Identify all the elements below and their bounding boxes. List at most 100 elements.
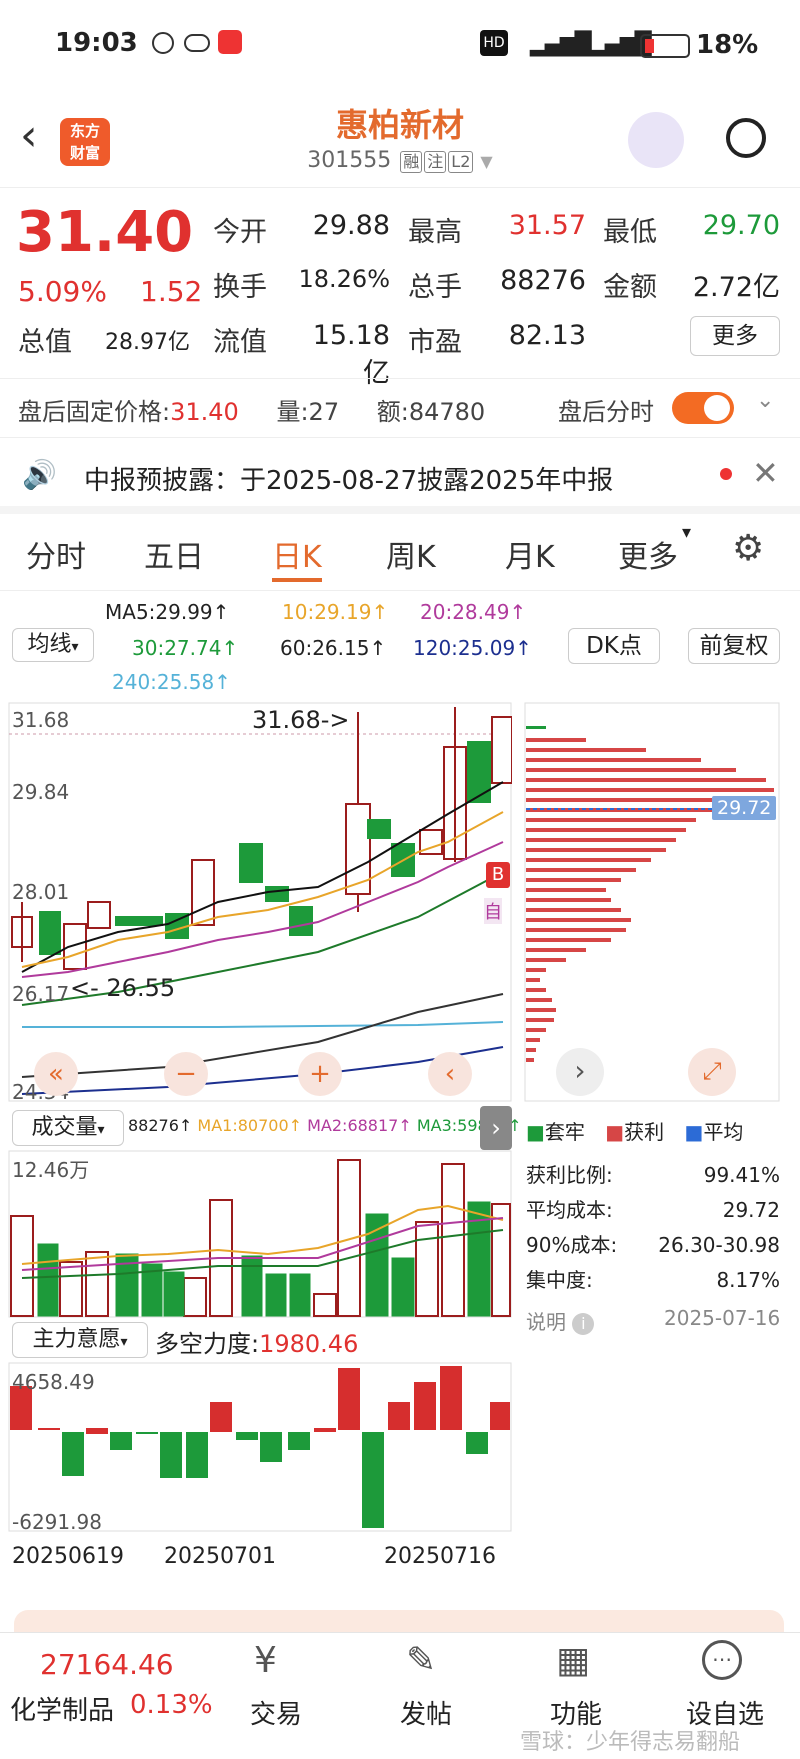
tab-weekly[interactable]: 周K [386, 532, 436, 576]
battery-icon [640, 34, 690, 58]
close-icon[interactable]: ✕ [752, 454, 779, 492]
notice-text: 中报预披露：于2025-08-27披露2025年中报 [84, 466, 614, 496]
tab-daily[interactable]: 日K [272, 532, 322, 576]
ma-selector[interactable]: 均线▾ [12, 628, 94, 662]
app-icon [152, 32, 174, 54]
after-amt: 84780 [408, 398, 486, 426]
chip-note-button[interactable]: 说明 i [526, 1306, 595, 1335]
chip-row: 集中度: 8.17% [526, 1263, 780, 1298]
ma-selector-label: 均线 [27, 632, 72, 657]
legend-trapped: 套牢 [544, 1120, 585, 1144]
post-icon: ✎ [406, 1640, 437, 1681]
self-marker: 自 [484, 898, 502, 924]
chip-note: 说明 [526, 1310, 566, 1334]
volume-label: 总手 [408, 272, 462, 303]
function-icon: ▦ [556, 1640, 591, 1681]
tab-more[interactable]: 更多 [618, 532, 678, 576]
sector-pct: 0.13% [130, 1690, 213, 1720]
ma60-label: 60:26.15↑ [280, 636, 387, 660]
caret-icon: ▾ [71, 639, 79, 655]
force-label: 多空力度: [155, 1330, 260, 1358]
volume-value: 88276 [500, 265, 586, 296]
tab-five-day[interactable]: 五日 [144, 532, 204, 576]
legend-square-icon: ■ [684, 1120, 704, 1144]
scroll-back-icon[interactable]: ‹ [428, 1052, 472, 1096]
legend-average: 平均 [703, 1120, 744, 1144]
pe-value: 82.13 [508, 320, 586, 351]
info-icon: i [572, 1313, 595, 1335]
mcap-value: 28.97亿 [105, 330, 190, 355]
force-min: -6291.98 [12, 1510, 102, 1534]
date-start: 20250619 [12, 1544, 124, 1569]
force-max: 4658.49 [12, 1370, 95, 1394]
dk-button[interactable]: DK点 [568, 628, 660, 664]
caret-icon: ▾ [97, 1122, 105, 1138]
y-label-3: 28.01 [12, 880, 70, 904]
more-button[interactable]: 更多 [690, 316, 780, 356]
promo-strip [14, 1610, 784, 1632]
chip-row: 90%成本: 26.30-30.98 [526, 1228, 780, 1263]
chip-value: 29.72 [722, 1198, 780, 1222]
ma120-label: 120:25.09↑ [413, 636, 532, 660]
chevron-right-icon[interactable]: › [556, 1048, 604, 1096]
open-label: 今开 [213, 217, 267, 248]
open-value: 29.88 [312, 210, 390, 241]
scroll-left-icon[interactable]: « [34, 1052, 78, 1096]
chip-value: 8.17% [716, 1268, 780, 1292]
nav-post[interactable]: 发帖 [400, 1694, 452, 1731]
zoom-out-icon[interactable]: − [164, 1052, 208, 1096]
redbook-icon [218, 30, 242, 54]
nav-trade[interactable]: 交易 [250, 1694, 302, 1731]
sector-name[interactable]: 化学制品 [10, 1690, 114, 1727]
chip-key: 获利比例: [526, 1163, 613, 1187]
watermark: 雪球：少年得志易翻船 [520, 1730, 741, 1755]
chip-value: 26.30-30.98 [658, 1233, 780, 1257]
ma30-label: 30:27.74↑ [132, 636, 239, 660]
amount-value: 2.72亿 [692, 272, 780, 303]
chevron-down-icon[interactable]: ⌄ [756, 388, 774, 413]
gear-icon[interactable]: ⚙ [732, 528, 764, 569]
avg-cost-tag: 29.72 [712, 796, 777, 820]
y-label-1: 31.68 [12, 708, 70, 732]
legend-square-icon: ■ [605, 1120, 625, 1144]
robot-avatar-icon[interactable] [628, 112, 684, 168]
kline-chart[interactable] [8, 702, 512, 1102]
tag-margin: 融 [400, 151, 423, 173]
last-price: 31.40 [16, 200, 194, 265]
ma5-label: MA5:29.99↑ [105, 600, 230, 624]
after-hours-toggle[interactable] [672, 392, 734, 424]
vol-value: 88276↑ [128, 1116, 193, 1135]
chip-stats: 获利比例: 99.41% 平均成本: 29.72 90%成本: 26.30-30.98… [526, 1158, 780, 1298]
change-pct: 5.09% [18, 275, 107, 308]
chip-key: 90%成本: [526, 1233, 618, 1257]
zoom-in-icon[interactable]: + [298, 1052, 342, 1096]
tab-intraday[interactable]: 分时 [26, 532, 86, 576]
float-label: 流值 [213, 327, 267, 358]
ma10-label: 10:29.19↑ [282, 600, 389, 624]
date-end: 20250716 [384, 1544, 496, 1569]
expand-icon[interactable]: ⤢ [688, 1048, 736, 1096]
more-caret-icon: ▾ [682, 522, 692, 543]
chip-distribution [524, 702, 780, 1102]
after-price-label: 盘后固定价格: [18, 398, 171, 426]
status-time: 19:03 [55, 28, 138, 58]
high-label: 最高 [408, 217, 462, 248]
expand-right-icon[interactable]: › [480, 1106, 512, 1150]
low-value: 29.70 [702, 210, 780, 241]
dropdown-icon[interactable]: ▼ [480, 152, 492, 171]
search-icon[interactable] [726, 118, 766, 158]
chip-date: 2025-07-16 [664, 1306, 781, 1330]
volume-selector-label: 成交量 [31, 1115, 98, 1140]
tab-monthly[interactable]: 月K [505, 532, 555, 576]
legend-square-icon: ■ [526, 1120, 545, 1144]
adjust-button[interactable]: 前复权 [688, 628, 780, 664]
stock-code: 301555 [307, 148, 392, 173]
volume-selector[interactable]: 成交量▾ [12, 1110, 124, 1146]
y-label-4: 26.17 [12, 982, 70, 1006]
volume-max: 12.46万 [12, 1158, 90, 1182]
battery-text: 18% [696, 30, 759, 60]
tab-indicator [272, 578, 322, 582]
turnover-value: 18.26% [298, 265, 390, 293]
sector-index[interactable]: 27164.46 [40, 1648, 174, 1681]
indicator-selector[interactable]: 主力意愿▾ [12, 1322, 148, 1358]
